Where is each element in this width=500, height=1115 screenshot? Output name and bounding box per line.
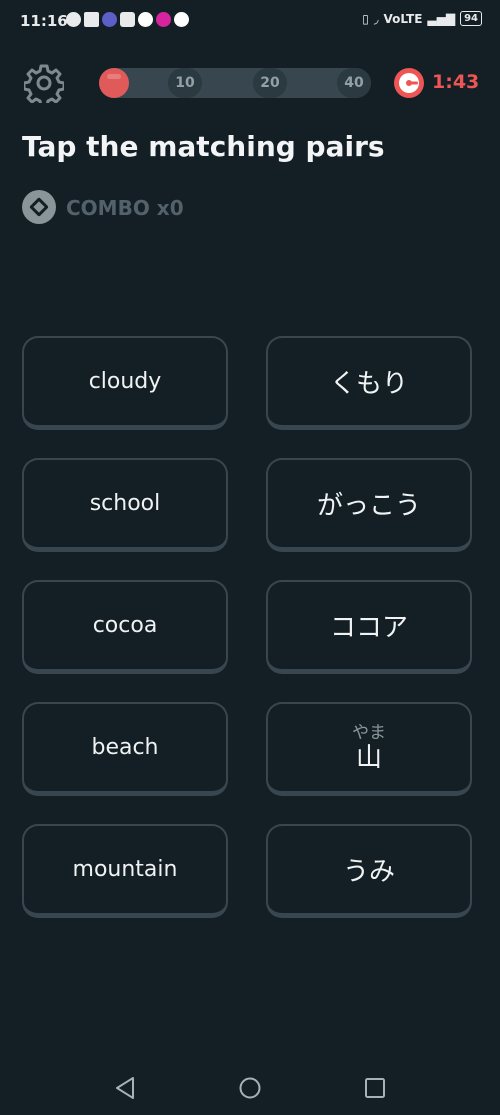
stopwatch-icon xyxy=(394,68,424,98)
tile-label: ココア xyxy=(329,613,408,643)
gear-icon xyxy=(22,64,66,108)
signal-icon: ▃▅▇ xyxy=(427,11,456,26)
tile-label: cloudy xyxy=(88,369,162,394)
milestone-10: 10 xyxy=(168,68,202,98)
notification-icons xyxy=(66,12,189,27)
tile-label: school xyxy=(89,491,161,516)
tile-jp-yama[interactable]: やま 山 xyxy=(266,702,472,796)
combo-counter: COMBO x0 xyxy=(66,196,184,220)
combo-icon xyxy=(22,190,56,224)
tile-jp-kumori[interactable]: くもり xyxy=(266,336,472,430)
tile-label: beach xyxy=(91,735,159,760)
status-time: 11:16 xyxy=(20,12,68,30)
system-icons: ▯ ◞ VoLTE ▃▅▇ 94 xyxy=(362,11,482,26)
teams-notification-icon xyxy=(102,12,117,27)
tile-label: がっこう xyxy=(316,491,421,521)
wifi-icon: ◞ xyxy=(373,11,379,26)
home-circle-icon[interactable] xyxy=(236,1074,264,1102)
warning-notification-icon xyxy=(84,12,99,27)
tile-label: 山 xyxy=(355,742,382,773)
tile-en-school[interactable]: school xyxy=(22,458,228,552)
recents-square-icon[interactable] xyxy=(361,1074,389,1102)
battery-icon: 94 xyxy=(460,11,482,26)
combo-glyph-icon xyxy=(29,197,49,217)
settings-button[interactable] xyxy=(22,63,66,108)
tile-jp-gakkou[interactable]: がっこう xyxy=(266,458,472,552)
status-bar: 11:16 ▯ ◞ VoLTE ▃▅▇ 94 xyxy=(0,0,500,44)
tile-label: うみ xyxy=(342,857,395,887)
furigana-reading: やま xyxy=(352,722,386,743)
timer-text: 1:43 xyxy=(432,71,480,93)
instagram-notification-icon xyxy=(156,12,171,27)
milestone-20: 20 xyxy=(253,68,287,98)
app-notification-icon xyxy=(138,12,153,27)
tile-label: cocoa xyxy=(92,613,158,638)
tile-en-beach[interactable]: beach xyxy=(22,702,228,796)
tile-jp-umi[interactable]: うみ xyxy=(266,824,472,918)
youtube-notification-icon xyxy=(120,12,135,27)
money-notification-icon xyxy=(174,12,189,27)
back-triangle-icon[interactable] xyxy=(111,1074,139,1102)
tile-en-mountain[interactable]: mountain xyxy=(22,824,228,918)
navigation-bar xyxy=(0,1060,500,1115)
tile-label: mountain xyxy=(72,857,178,882)
network-label: VoLTE xyxy=(383,11,423,26)
vibrate-icon: ▯ xyxy=(362,11,369,26)
tile-label: くもり xyxy=(329,369,408,399)
progress-bar: 10 20 40 xyxy=(99,68,371,98)
tile-en-cloudy[interactable]: cloudy xyxy=(22,336,228,430)
milestone-40: 40 xyxy=(337,68,371,98)
progress-fill xyxy=(99,68,129,98)
tile-jp-kokoa[interactable]: ココア xyxy=(266,580,472,674)
page-title: Tap the matching pairs xyxy=(22,130,385,163)
chat-notification-icon xyxy=(66,12,81,27)
tile-en-cocoa[interactable]: cocoa xyxy=(22,580,228,674)
